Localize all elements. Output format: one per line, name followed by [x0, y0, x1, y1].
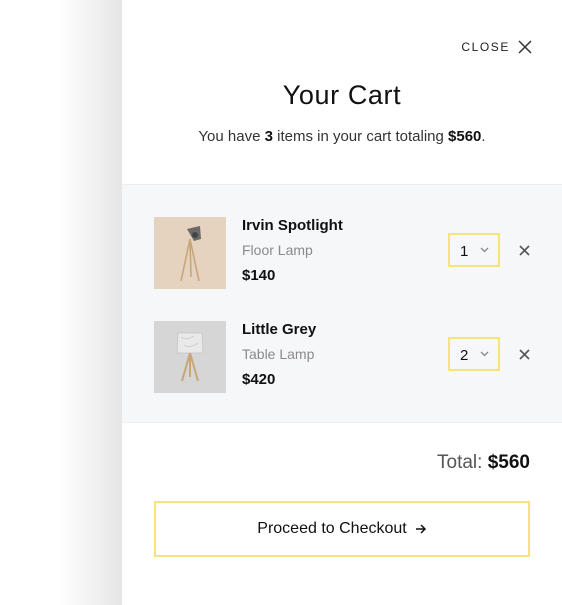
chevron-down-icon	[480, 351, 489, 357]
cart-item: Irvin Spotlight Floor Lamp $140 1	[154, 217, 540, 289]
table-lamp-image[interactable]	[154, 321, 226, 393]
remove-icon	[519, 349, 530, 360]
summary-middle: items in your cart totaling	[272, 128, 449, 145]
quantity-select[interactable]: 2	[448, 337, 500, 371]
cart-item: Little Grey Table Lamp $420 2	[154, 321, 540, 393]
checkout-button[interactable]: Proceed to Checkout	[154, 501, 530, 557]
remove-item-button[interactable]	[519, 349, 530, 360]
total-value: $560	[487, 452, 530, 473]
cart-total: Total: $560	[437, 452, 530, 474]
cart-drawer: CLOSE Your Cart You have 3 items in your…	[122, 0, 562, 605]
checkout-label: Proceed to Checkout	[257, 520, 407, 537]
floor-lamp-image[interactable]	[154, 217, 226, 289]
close-icon	[518, 40, 532, 54]
remove-icon	[519, 245, 530, 256]
item-name[interactable]: Irvin Spotlight	[242, 217, 343, 234]
quantity-value: 2	[460, 347, 469, 364]
total-label: Total:	[437, 452, 488, 473]
item-name[interactable]: Little Grey	[242, 321, 316, 338]
item-count: 3	[264, 128, 273, 145]
item-type: Table Lamp	[242, 346, 315, 362]
summary-prefix: You have	[198, 128, 265, 145]
item-price: $420	[242, 371, 276, 388]
item-price: $140	[242, 267, 276, 284]
quantity-value: 1	[460, 243, 469, 260]
cart-summary: You have 3 items in your cart totaling $…	[122, 128, 562, 145]
item-type: Floor Lamp	[242, 242, 313, 258]
cart-title: Your Cart	[282, 80, 402, 110]
summary-suffix: .	[481, 128, 486, 145]
quantity-select[interactable]: 1	[448, 233, 500, 267]
cart-items-list: Irvin Spotlight Floor Lamp $140 1 Little…	[122, 184, 562, 423]
chevron-down-icon	[480, 247, 489, 253]
arrow-right-icon	[415, 524, 426, 534]
close-label: CLOSE	[461, 40, 510, 54]
page-backdrop[interactable]	[0, 0, 122, 605]
close-button[interactable]: CLOSE	[461, 40, 532, 54]
summary-total: $560	[448, 128, 482, 145]
remove-item-button[interactable]	[519, 245, 530, 256]
